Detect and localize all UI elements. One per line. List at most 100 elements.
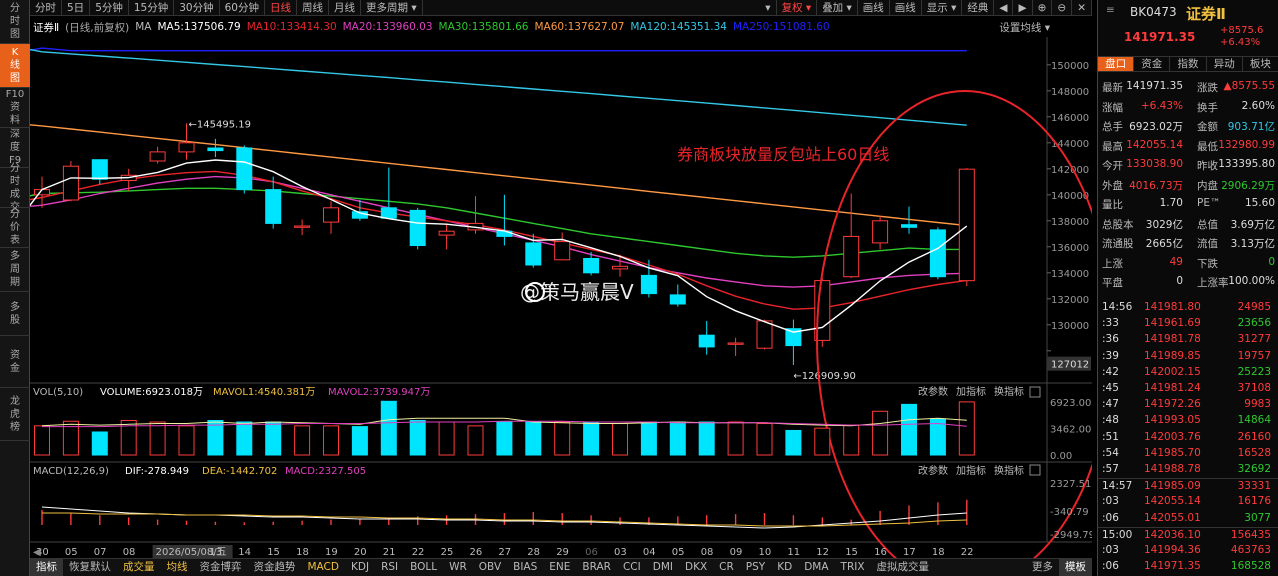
leftnav-item-6[interactable]: 多周期 [0, 248, 30, 292]
indicator-tab-23[interactable]: 虚拟成交量 [871, 559, 936, 576]
toolbar-button-6[interactable]: 经典 [962, 0, 995, 16]
date-label: 18 [296, 547, 309, 558]
toolbar-button-3[interactable]: 画线 [858, 0, 890, 16]
period-tab-7[interactable]: 周线 [297, 0, 329, 16]
leftnav-item-1[interactable]: K线图 [0, 44, 30, 88]
macd-axis-label: 2327.51 [1050, 479, 1091, 490]
zoom-in-icon[interactable]: ⊕ [1033, 0, 1053, 16]
vol-btn-2[interactable]: 换指标 [994, 385, 1024, 398]
period-tab-4[interactable]: 30分钟 [174, 0, 220, 16]
indicator-tab-2[interactable]: 成交量 [117, 559, 161, 576]
ma-info-bar: 证券Ⅱ (日线,前复权) MA MA5:137506.79 MA10:13341… [30, 17, 1092, 37]
quote-tab-2[interactable]: 指数 [1170, 57, 1207, 71]
macd-btn-2[interactable]: 换指标 [994, 464, 1024, 477]
period-tab-8[interactable]: 月线 [329, 0, 361, 16]
leftnav-item-9[interactable]: 龙虎榜 [0, 388, 30, 441]
indicator-tab-1[interactable]: 恢复默认 [63, 559, 117, 576]
indicator-tab-3[interactable]: 均线 [161, 559, 194, 576]
indicator-tab-10[interactable]: WR [443, 559, 473, 576]
indicator-tab-17[interactable]: DKX [679, 559, 713, 576]
indicator-tab-12[interactable]: BIAS [507, 559, 543, 576]
quote-tab-0[interactable]: 盘口 [1098, 57, 1135, 71]
indicator-tab-25[interactable]: 模板 [1059, 558, 1092, 576]
indicator-tab-19[interactable]: PSY [740, 559, 771, 576]
leftnav-item-4[interactable]: 分时成交 [0, 163, 30, 213]
vol-btn-1[interactable]: 加指标 [956, 385, 986, 398]
candle [380, 207, 397, 219]
macd-btn-0[interactable]: 改参数 [918, 464, 948, 477]
scroll-left-icon[interactable]: ◀ [33, 547, 41, 558]
leftnav-item-5[interactable]: 分价表 [0, 208, 30, 248]
tick-time: :51 [1102, 430, 1119, 443]
leftnav-item-7[interactable]: 多股 [0, 292, 30, 336]
next-icon[interactable]: ▶ [1013, 0, 1033, 16]
date-label: 15 [267, 547, 280, 558]
toolbar-button-5[interactable]: 显示 ▾ [922, 0, 963, 16]
quote-value: 3.13万亿 [1230, 238, 1275, 250]
quote-tab-4[interactable]: 板块 [1243, 57, 1278, 71]
indicator-tab-13[interactable]: ENE [543, 559, 576, 576]
period-tab-0[interactable]: 分时 [30, 0, 62, 16]
indicator-tab-18[interactable]: CR [713, 559, 740, 576]
quote-tab-3[interactable]: 异动 [1207, 57, 1243, 71]
vol-close-icon[interactable] [1029, 386, 1041, 398]
period-tab-5[interactable]: 60分钟 [220, 0, 265, 16]
indicator-tab-8[interactable]: RSI [375, 559, 404, 576]
indicator-tab-20[interactable]: KD [771, 559, 798, 576]
indicator-tab-11[interactable]: OBV [473, 559, 507, 576]
quote-value: 2665亿 [1145, 238, 1183, 250]
indicator-tab-24[interactable]: 更多 [1026, 559, 1059, 576]
indicator-tab-5[interactable]: 资金趋势 [248, 559, 302, 576]
candle [91, 159, 108, 180]
leftnav-item-8[interactable]: 资金 [0, 336, 30, 388]
toolbar-button-0[interactable]: ▾ [760, 0, 777, 16]
ma10-value: MA10:133414.30 [246, 21, 337, 33]
ma20-value: MA20:133960.03 [342, 21, 433, 33]
toolbar-button-2[interactable]: 叠加 ▾ [817, 0, 858, 16]
quote-label: 总股本 [1102, 218, 1134, 231]
indicator-tab-9[interactable]: BOLL [404, 559, 443, 576]
period-tab-3[interactable]: 15分钟 [129, 0, 175, 16]
quote-label: 流值 [1197, 238, 1218, 250]
indicator-tab-16[interactable]: DMI [647, 559, 679, 576]
ma-settings-button[interactable]: 设置均线 ▾ [999, 20, 1092, 35]
tick-price: 141985.70 [1144, 446, 1201, 459]
leftnav-item-0[interactable]: 分时图 [0, 0, 30, 44]
volume-bar [872, 410, 889, 456]
leftnav-item-2[interactable]: F10资料 [0, 88, 30, 128]
indicator-tab-15[interactable]: CCI [617, 559, 647, 576]
period-tab-1[interactable]: 5日 [62, 0, 91, 16]
quote-value: +6.43% [1140, 99, 1183, 112]
indicator-tab-21[interactable]: DMA [798, 559, 834, 576]
prev-icon[interactable]: ◀ [994, 0, 1014, 16]
macd-close-icon[interactable] [1029, 464, 1041, 476]
tick-time: :39 [1102, 349, 1119, 362]
close-icon[interactable]: ✕ [1072, 0, 1092, 16]
menu-icon[interactable]: ≡ [1106, 4, 1115, 16]
stock-code: BK0473 [1130, 5, 1177, 19]
indicator-tab-22[interactable]: TRIX [835, 559, 871, 576]
tick-volume: 168528 [1230, 560, 1271, 573]
chart-area[interactable]: 1500001480001460001440001420001400001380… [30, 37, 1092, 558]
indicator-tab-7[interactable]: KDJ [345, 559, 375, 576]
tick-time: :33 [1102, 317, 1119, 330]
indicator-tab-6[interactable]: MACD [302, 559, 345, 576]
quote-value: 142055.14 [1126, 138, 1183, 151]
tick-volume: 31277 [1237, 333, 1271, 346]
vol-btn-0[interactable]: 改参数 [918, 385, 948, 398]
candle [294, 225, 311, 228]
quote-tab-1[interactable]: 资金 [1134, 57, 1171, 71]
period-tab-2[interactable]: 5分钟 [90, 0, 129, 16]
macd-btn-1[interactable]: 加指标 [956, 464, 986, 477]
indicator-tab-0[interactable]: 指标 [30, 558, 63, 576]
indicator-tab-4[interactable]: 资金博弈 [194, 559, 248, 576]
zoom-out-icon[interactable]: ⊖ [1052, 0, 1073, 16]
quote-value: 903.71亿 [1227, 121, 1275, 133]
candle [149, 151, 166, 162]
period-tab-6[interactable]: 日线 [265, 0, 297, 16]
toolbar-button-1[interactable]: 复权 ▾ [777, 0, 818, 16]
indicator-tab-14[interactable]: BRAR [576, 559, 617, 576]
toolbar-button-4[interactable]: 画线 [890, 0, 922, 16]
period-tab-9[interactable]: 更多周期 ▾ [361, 0, 423, 16]
quote-label: 今开 [1102, 160, 1123, 172]
